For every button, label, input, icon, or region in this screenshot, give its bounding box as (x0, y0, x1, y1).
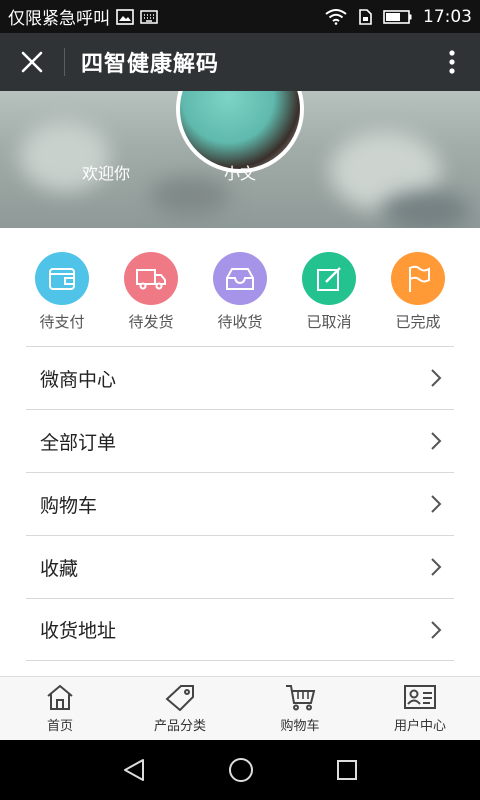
menu-item-label: 收货地址 (40, 620, 117, 642)
system-nav-bar (0, 740, 480, 800)
truck-icon (124, 252, 178, 305)
user-card-icon (404, 685, 436, 709)
tab-user-center[interactable]: 用户中心 (360, 677, 480, 740)
username: 小文 (224, 164, 257, 183)
tab-label: 产品分类 (153, 719, 206, 734)
image-icon (116, 8, 134, 25)
home-icon (47, 684, 73, 710)
order-pending-payment[interactable]: 待支付 (26, 252, 98, 332)
menu-item-all-orders[interactable]: 全部订单 (26, 409, 454, 472)
order-status-row: 待支付 待发货 待收货 已取消 已完成 (26, 252, 454, 332)
menu-list: 微商中心 全部订单 购物车 收藏 收货地址 (26, 346, 454, 661)
more-button[interactable] (424, 33, 480, 91)
tab-home[interactable]: 首页 (0, 677, 120, 740)
tab-cart[interactable]: 购物车 (240, 677, 360, 740)
menu-item-label: 全部订单 (40, 431, 117, 454)
order-label: 待收货 (217, 313, 263, 331)
order-label: 已完成 (395, 313, 441, 331)
order-pending-shipment[interactable]: 待发货 (115, 252, 187, 332)
welcome-text: 欢迎你 (82, 164, 131, 183)
title-divider (64, 48, 65, 76)
cart-icon (286, 685, 316, 711)
chevron-right-icon (431, 495, 442, 513)
order-label: 已取消 (306, 313, 352, 331)
order-label: 待支付 (39, 313, 85, 331)
profile-banner: 欢迎你 小文 (0, 91, 480, 228)
flag-icon (391, 252, 445, 305)
chevron-right-icon (431, 369, 442, 387)
menu-item-label: 微商中心 (40, 368, 117, 391)
chevron-right-icon (431, 558, 442, 576)
order-label: 待发货 (128, 313, 174, 331)
inbox-icon (213, 252, 267, 305)
edit-icon (302, 252, 356, 305)
order-cancelled[interactable]: 已取消 (293, 252, 365, 332)
wallet-icon (35, 252, 89, 305)
tab-categories[interactable]: 产品分类 (120, 677, 240, 740)
page-title: 四智健康解码 (81, 52, 220, 77)
close-button[interactable] (0, 33, 64, 91)
back-icon[interactable] (121, 757, 147, 783)
tab-label: 首页 (46, 719, 73, 734)
tag-icon (165, 685, 194, 711)
wifi-icon (325, 8, 347, 25)
tab-label: 用户中心 (393, 719, 446, 734)
home-circle-icon[interactable] (228, 757, 254, 783)
menu-item-label: 购物车 (40, 494, 98, 517)
recents-icon[interactable] (335, 758, 359, 782)
battery-icon (383, 9, 413, 25)
close-icon (21, 51, 43, 73)
menu-item-weishang-center[interactable]: 微商中心 (26, 346, 454, 409)
chevron-right-icon (431, 432, 442, 450)
chevron-right-icon (431, 620, 442, 639)
keyboard-icon (140, 9, 158, 24)
title-bar: 四智健康解码 (0, 33, 480, 91)
menu-item-label: 收藏 (40, 557, 79, 580)
tab-label: 购物车 (280, 719, 320, 734)
sim-icon (357, 8, 373, 25)
clock: 17:03 (423, 6, 472, 27)
bottom-tab-bar: 首页 产品分类 购物车 用户中心 (0, 676, 480, 740)
carrier-text: 仅限紧急呼叫 (8, 9, 110, 29)
order-completed[interactable]: 已完成 (382, 252, 454, 332)
menu-item-favorites[interactable]: 收藏 (26, 535, 454, 598)
menu-item-address[interactable]: 收货地址 (26, 598, 454, 661)
order-pending-receipt[interactable]: 待收货 (204, 252, 276, 332)
more-vertical-icon (449, 50, 455, 74)
menu-item-cart[interactable]: 购物车 (26, 472, 454, 535)
status-bar: 仅限紧急呼叫 17:03 (0, 0, 480, 33)
